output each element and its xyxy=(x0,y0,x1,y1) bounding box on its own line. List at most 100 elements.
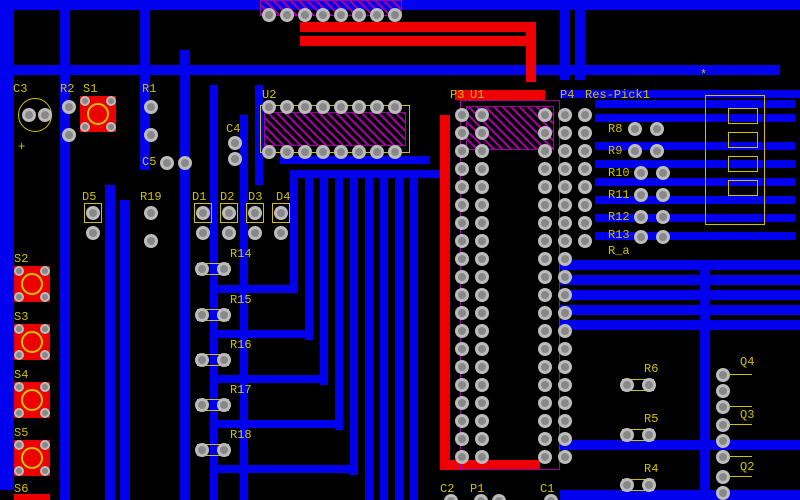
u1-pads-p4 xyxy=(558,108,572,468)
r17-ref: R17 xyxy=(230,383,252,397)
s4-ref: S4 xyxy=(14,368,28,382)
trace-v-10 xyxy=(335,170,343,430)
trace-bus-0 xyxy=(0,65,780,75)
s3 xyxy=(14,324,50,360)
ra-ref: R_a xyxy=(608,244,630,258)
d2 xyxy=(222,206,236,236)
r13-ref: R13 xyxy=(608,228,630,242)
trace-h-r13 xyxy=(560,320,800,330)
d5-ref: D5 xyxy=(82,190,96,204)
u1-pads-left xyxy=(475,108,489,468)
d3-ref: D3 xyxy=(248,190,262,204)
d1 xyxy=(196,206,210,236)
trace-h-r15 xyxy=(560,490,800,500)
q4-ref: Q4 xyxy=(740,355,754,369)
trace-v-9 xyxy=(320,170,328,385)
trace-red-3 xyxy=(526,22,536,82)
c4-pad2 xyxy=(228,152,242,166)
trace-red-2 xyxy=(300,36,530,46)
c4-pad1 xyxy=(228,136,242,150)
u1-pads-p3 xyxy=(455,108,469,468)
trace-v-15 xyxy=(410,170,418,500)
r11-ref: R11 xyxy=(608,188,630,202)
trace-v-11 xyxy=(350,170,358,475)
trace-v-8 xyxy=(305,170,313,340)
c5-ref: C5 xyxy=(142,155,156,169)
p1-pad1 xyxy=(474,494,488,500)
d1-ref: D1 xyxy=(192,190,206,204)
c2-pad xyxy=(444,494,458,500)
trace-h-r2 xyxy=(595,114,795,122)
trace-bus-7 xyxy=(210,465,355,473)
r2-ref: R2 xyxy=(60,82,74,96)
q3-ref: Q3 xyxy=(740,408,754,422)
u-top-pads xyxy=(262,8,406,22)
u2-pads-top xyxy=(262,100,406,114)
r19-ref: R19 xyxy=(140,190,162,204)
trace-v-1 xyxy=(60,0,70,500)
trace-h-r11 xyxy=(560,290,800,300)
trace-bus-4 xyxy=(210,330,310,338)
u1-pads-right xyxy=(538,108,552,468)
trace-h-r3 xyxy=(595,142,795,150)
trace-v-r3 xyxy=(700,260,710,500)
r12-ref: R12 xyxy=(608,210,630,224)
trace-h-r12 xyxy=(560,305,800,315)
c3-pad2 xyxy=(38,108,52,122)
r5-ref: R5 xyxy=(644,412,658,426)
c5-pad1 xyxy=(160,156,174,170)
trace-v-4b xyxy=(120,200,130,500)
s2-ref: S2 xyxy=(14,252,28,266)
trace-bus-6 xyxy=(210,420,340,428)
r6-ref: R6 xyxy=(644,362,658,376)
trace-bus-5 xyxy=(210,375,325,383)
r10-ref: R10 xyxy=(608,166,630,180)
plus-mark: + xyxy=(18,140,25,154)
trace-h-r9 xyxy=(560,260,800,270)
d2-ref: D2 xyxy=(220,190,234,204)
trace-v-4 xyxy=(105,185,115,500)
r1-pad1 xyxy=(144,100,158,114)
trace-v-14 xyxy=(395,170,403,500)
d5 xyxy=(86,206,100,236)
r19-pad2 xyxy=(144,234,158,248)
pcb-layout-canvas[interactable]: U2 P3 U1 P4 Res-Pick1 * C3 + R2 S1 xyxy=(0,0,800,500)
trace-v-7 xyxy=(290,170,298,290)
trace-v-6 xyxy=(240,115,248,500)
q2-ref: Q2 xyxy=(740,460,754,474)
s6 xyxy=(14,494,50,500)
trace-h-r14 xyxy=(560,440,800,450)
u2-ref: U2 xyxy=(262,88,276,102)
trace-v-r1 xyxy=(560,10,570,80)
d4 xyxy=(274,206,288,236)
trace-bus-3 xyxy=(210,285,298,293)
c3-pad1 xyxy=(22,108,36,122)
respick1-slot-2 xyxy=(728,132,758,148)
r9-ref: R9 xyxy=(608,144,622,158)
p1-pad2 xyxy=(492,494,506,500)
trace-h-r10 xyxy=(560,275,800,285)
r4-ref: R4 xyxy=(644,462,658,476)
p4-ref: P4 xyxy=(560,88,574,102)
r2-pad1 xyxy=(62,100,76,114)
r14-ref: R14 xyxy=(230,247,252,261)
trace-red-1 xyxy=(300,22,530,32)
d3 xyxy=(248,206,262,236)
r1-ref: R1 xyxy=(142,82,156,96)
s1 xyxy=(80,96,116,132)
respick1-slot-1 xyxy=(728,108,758,124)
r2-pad2 xyxy=(62,128,76,142)
r16-ref: R16 xyxy=(230,338,252,352)
trace-red-6 xyxy=(455,90,545,100)
s1-ref: S1 xyxy=(83,82,97,96)
c5-pad2 xyxy=(178,156,192,170)
star-mark: * xyxy=(700,68,707,82)
respick1-ref: Res-Pick1 xyxy=(585,88,650,102)
s5-ref: S5 xyxy=(14,426,28,440)
r15-ref: R15 xyxy=(230,293,252,307)
c3-ref: C3 xyxy=(13,82,27,96)
u2-pads-bot xyxy=(262,145,406,159)
d4-ref: D4 xyxy=(276,190,290,204)
u2-body xyxy=(264,112,406,146)
s2 xyxy=(14,266,50,302)
